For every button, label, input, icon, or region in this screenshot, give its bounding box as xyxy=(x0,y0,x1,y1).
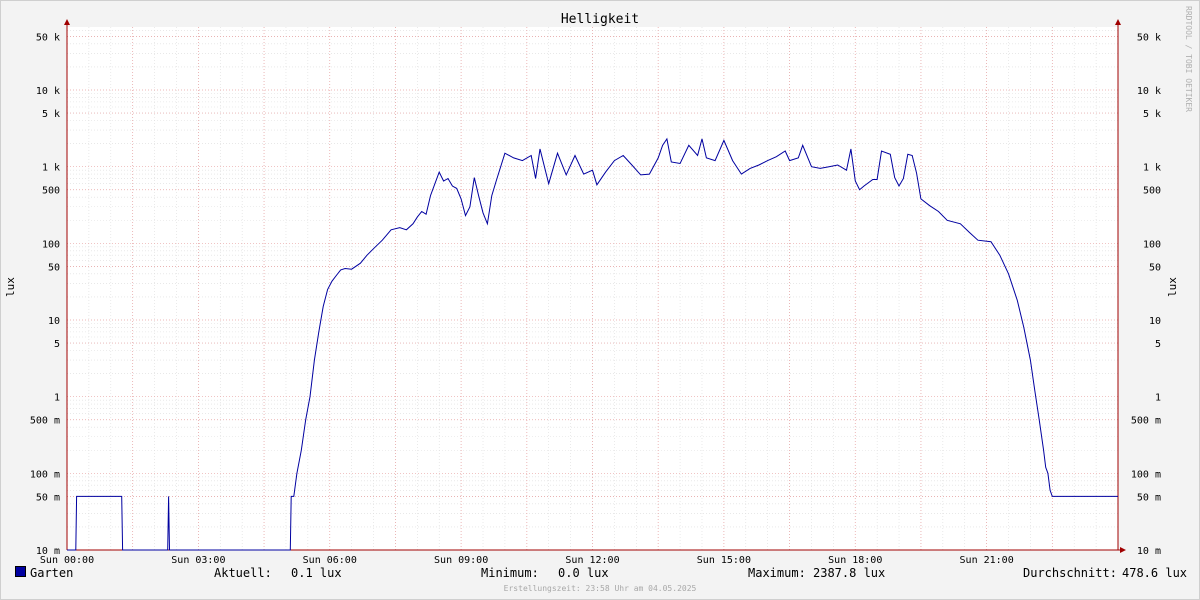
y-axis-label-right: lux xyxy=(1166,277,1179,297)
legend-min-value: 0.0 lux xyxy=(558,566,609,580)
y-tick-label-left: 100 xyxy=(42,239,60,250)
x-tick-label: Sun 00:00 xyxy=(40,555,94,566)
y-tick-label-right: 100 xyxy=(1143,239,1161,250)
y-tick-label-left: 50 m xyxy=(36,492,60,503)
y-tick-label-right: 5 k xyxy=(1143,109,1161,120)
x-tick-label: Sun 12:00 xyxy=(565,555,619,566)
y-tick-label-right: 50 xyxy=(1149,262,1161,273)
y-axis-arrow-right xyxy=(1115,19,1121,25)
y-tick-label-right: 1 k xyxy=(1143,163,1161,174)
y-tick-label-left: 1 k xyxy=(42,163,60,174)
x-tick-label: Sun 09:00 xyxy=(434,555,488,566)
y-tick-label-left: 50 k xyxy=(36,32,60,43)
y-tick-label-right: 50 m xyxy=(1137,492,1161,503)
legend-avg-value: 478.6 lux xyxy=(1122,566,1188,580)
y-tick-label-left: 10 xyxy=(48,316,60,327)
x-tick-labels: Sun 00:00 Sun 03:00 Sun 06:00 Sun 09:00 Sun … xyxy=(40,555,1014,566)
y-tick-label-right: 500 m xyxy=(1131,416,1161,427)
y-tick-label-left: 500 xyxy=(42,186,60,197)
x-tick-label: Sun 21:00 xyxy=(960,555,1014,566)
y-tick-label-left: 50 xyxy=(48,262,60,273)
chart-svg: 50 k 50 k 10 k 10 k 5 k 5 k 1 k 1 k 500 500 100 100… xyxy=(4,12,1179,566)
y-tick-label-left: 100 m xyxy=(30,469,60,480)
legend-min-label: Minimum: xyxy=(481,566,539,580)
legend-current-label: Aktuell: xyxy=(214,566,272,580)
y-tick-label-right: 50 k xyxy=(1137,32,1161,43)
y-tick-label-right: 10 k xyxy=(1137,86,1161,97)
legend-current-value: 0.1 lux xyxy=(291,566,342,580)
y-tick-label-right: 10 m xyxy=(1137,546,1161,557)
y-tick-label-left: 10 k xyxy=(36,86,60,97)
legend-max-label: Maximum: xyxy=(748,566,806,580)
x-axis-arrow xyxy=(1120,547,1126,553)
legend-avg-label: Durchschnitt: xyxy=(1023,566,1117,580)
watermark: RRDTOOL / TOBI OETIKER xyxy=(1184,6,1193,112)
y-tick-label-right: 10 xyxy=(1149,316,1161,327)
y-axis-arrow-left xyxy=(64,19,70,25)
legend: Garten Aktuell: 0.1 lux Minimum: 0.0 lux… xyxy=(0,566,1200,586)
x-tick-label: Sun 15:00 xyxy=(697,555,751,566)
y-axis-label-left: lux xyxy=(4,277,17,297)
y-tick-label-right: 500 xyxy=(1143,186,1161,197)
y-tick-label-right: 100 m xyxy=(1131,469,1161,480)
creation-time: Erstellungszeit: 23:58 Uhr am 04.05.2025 xyxy=(503,584,697,593)
legend-series-name: Garten xyxy=(30,566,74,580)
chart-title: Helligkeit xyxy=(561,12,639,27)
x-tick-label: Sun 18:00 xyxy=(828,555,882,566)
x-tick-label: Sun 03:00 xyxy=(171,555,225,566)
y-tick-label-left: 5 k xyxy=(42,109,60,120)
legend-max-value: 2387.8 lux xyxy=(813,566,886,580)
y-tick-label-left: 1 xyxy=(54,393,60,404)
y-tick-label-right: 5 xyxy=(1155,339,1161,350)
y-tick-label-left: 5 xyxy=(54,339,60,350)
legend-swatch xyxy=(15,566,26,577)
x-tick-label: Sun 06:00 xyxy=(303,555,357,566)
y-tick-label-right: 1 xyxy=(1155,393,1161,404)
y-tick-label-left: 500 m xyxy=(30,416,60,427)
